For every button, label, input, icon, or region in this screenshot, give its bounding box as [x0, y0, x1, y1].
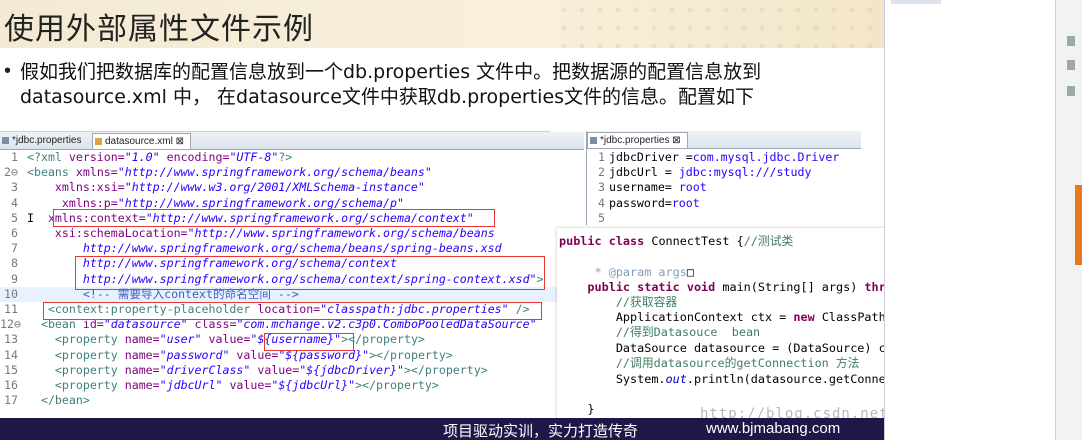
line-number: 8 — [11, 256, 18, 271]
java-line: * @param args□ — [559, 265, 694, 279]
panel-icon[interactable] — [1067, 60, 1075, 70]
highlight-box-context-ns — [53, 209, 495, 227]
footer-slogan: 项目驱动实训，实力打造传奇 — [443, 422, 639, 440]
code-text: <property name="jdbcUrl" value="${jdbcUr… — [27, 378, 439, 392]
right-panel — [884, 0, 1082, 440]
java-line: //调用datasource的getConnection 方法 — [559, 356, 860, 370]
highlight-box-schema-location — [75, 256, 545, 290]
line-number: 5 — [598, 210, 605, 225]
line-number: 15 — [4, 362, 18, 377]
properties-editor: *jdbc.properties ⊠ 1 jdbcDriver =com.mysq… — [586, 131, 861, 225]
file-icon — [590, 137, 597, 144]
tab-jdbc-properties[interactable]: *jdbc.properties — [0, 133, 87, 148]
line-number: 3 — [11, 180, 18, 195]
code-line: 2⊖ <beans xmlns="http://www.springframewo… — [0, 165, 560, 180]
code-line: 16 <property name="jdbcUrl" value="${jdb… — [0, 378, 560, 393]
code-text: xsi:schemaLocation="http://www.springfra… — [27, 226, 495, 240]
java-line: public class ConnectTest {//测试类 — [559, 234, 794, 248]
line-number: 5 — [11, 210, 18, 225]
code-text: <beans xmlns="http://www.springframework… — [27, 165, 432, 180]
code-text: <?xml version="1.0" encoding="UTF-8"?> — [27, 150, 293, 164]
footer-url: www.bjmabang.com — [706, 420, 841, 437]
code-text: <property name="password" value="${passw… — [27, 347, 453, 362]
line-number: 16 — [4, 378, 18, 392]
properties-tabbar: *jdbc.properties ⊠ — [587, 131, 861, 149]
tab-datasource-xml[interactable]: datasource.xml ⊠ — [92, 133, 191, 149]
line-number: 3 — [598, 180, 605, 195]
editor-tabbar: *jdbc.properties datasource.xml ⊠ — [0, 132, 584, 150]
properties-text: username= root — [609, 180, 707, 195]
line-number: 6 — [11, 226, 18, 240]
line-number: 2 — [598, 165, 605, 180]
line-number: 11 — [4, 302, 18, 316]
java-line: //得到Datasouce bean — [559, 325, 761, 339]
line-number: 12⊖ — [0, 317, 21, 332]
properties-text: jdbcUrl = jdbc:mysql:///study — [609, 165, 812, 180]
code-text: </bean> — [27, 393, 90, 408]
collapse-handle[interactable] — [1075, 185, 1082, 265]
code-line: 15 <property name="driverClass" value="$… — [0, 363, 560, 378]
tab-jdbc-properties-right[interactable]: *jdbc.properties ⊠ — [587, 132, 688, 148]
code-line: 6 xsi:schemaLocation="http://www.springf… — [0, 226, 560, 241]
code-text: xmlns:xsi="http://www.w3.org/2001/XMLSch… — [27, 180, 425, 195]
line-number: 1 — [11, 150, 18, 164]
bullet-dot: • — [4, 60, 12, 82]
line-number: 4 — [598, 195, 605, 210]
code-line: 1 <?xml version="1.0" encoding="UTF-8"?> — [0, 150, 560, 165]
slide-title: 使用外部属性文件示例 — [4, 12, 314, 47]
slide: 使用外部属性文件示例 • 假如我们把数据库的配置信息放到一个db.propert… — [0, 0, 1082, 440]
panel-icon[interactable] — [1067, 86, 1075, 96]
footer-bar: 项目驱动实训，实力打造传奇 www.bjmabang.com — [0, 418, 884, 440]
code-line: 3 xmlns:xsi="http://www.w3.org/2001/XMLS… — [0, 180, 560, 195]
bullet-text: 假如我们把数据库的配置信息放到一个db.properties 文件中。把数据源的… — [20, 61, 762, 108]
code-text: <property name="user" value="${username}… — [27, 332, 425, 347]
code-text: http://www.springframework.org/schema/be… — [27, 241, 502, 256]
code-line: 7 http://www.springframework.org/schema/… — [0, 241, 560, 256]
right-panel-topbar — [891, 0, 941, 4]
java-line: } — [559, 402, 595, 416]
line-number: 7 — [11, 241, 18, 256]
line-number: 13 — [4, 332, 18, 347]
line-number: 9 — [11, 271, 18, 286]
code-text: <property name="driverClass" value="${jd… — [27, 362, 488, 377]
line-number: 1 — [598, 150, 605, 164]
file-icon — [2, 137, 9, 144]
line-number: 4 — [11, 195, 18, 210]
code-line: 17 </bean> — [0, 393, 560, 408]
line-number: 17 — [4, 393, 18, 408]
highlight-box-username — [264, 333, 354, 351]
line-number: 14 — [4, 347, 18, 362]
panel-icon[interactable] — [1067, 36, 1075, 46]
file-icon — [95, 138, 102, 145]
properties-text: jdbcDriver =com.mysql.jdbc.Driver — [609, 150, 840, 164]
highlight-box-placeholder — [43, 302, 542, 320]
line-number: 10 — [4, 286, 18, 301]
java-line: //获取容器 — [559, 295, 678, 309]
properties-text: password=root — [609, 195, 700, 210]
line-number: 2⊖ — [4, 165, 18, 180]
